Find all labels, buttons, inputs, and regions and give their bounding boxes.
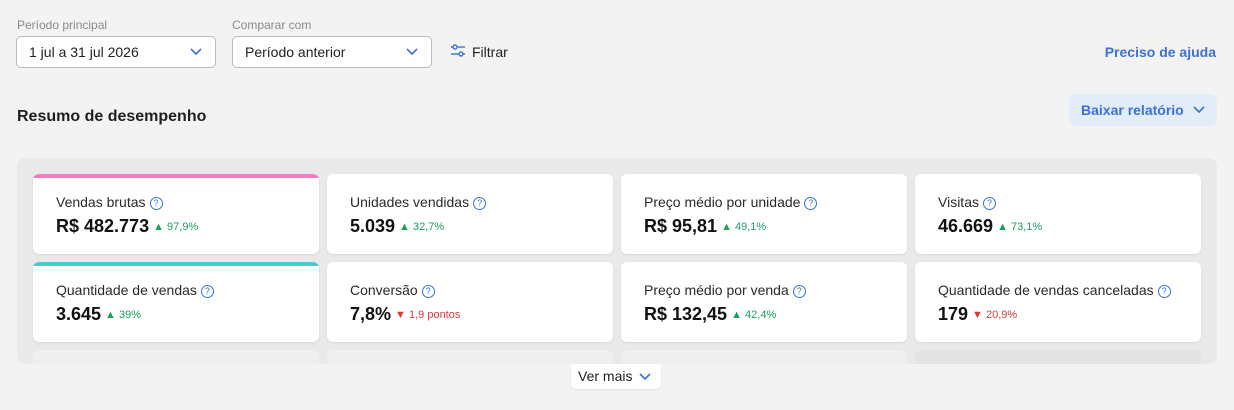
see-more-label: Ver mais <box>578 368 633 384</box>
help-icon[interactable]: ? <box>421 285 435 298</box>
metric-name: Conversão? <box>350 282 435 298</box>
metric-name: Quantidade de vendas canceladas? <box>938 282 1171 298</box>
metric-card-hidden <box>915 350 1201 364</box>
metric-name: Quantidade de vendas? <box>56 282 214 298</box>
trend-down-icon: ▼ <box>395 309 406 321</box>
metric-name: Preço médio por venda? <box>644 282 806 298</box>
metric-card-units-sold[interactable]: Unidades vendidas? 5.039 ▲ 32,7% <box>327 174 613 254</box>
metric-card-visits[interactable]: Visitas? 46.669 ▲ 73,1% <box>915 174 1201 254</box>
sliders-icon <box>451 44 465 57</box>
period-label: Período principal <box>17 18 108 32</box>
metric-value: R$ 482.773 ▲ 97,9% <box>56 216 199 236</box>
metric-delta: ▲ 42,4% <box>731 309 777 321</box>
help-icon[interactable]: ? <box>200 285 214 298</box>
metric-name: Unidades vendidas? <box>350 194 487 210</box>
trend-up-icon: ▲ <box>399 221 410 233</box>
help-icon[interactable]: ? <box>149 197 163 210</box>
period-select[interactable]: 1 jul a 31 jul 2026 <box>16 36 216 68</box>
metric-delta: ▲ 39% <box>105 309 142 321</box>
help-icon[interactable]: ? <box>804 197 818 210</box>
metric-card-gross-sales[interactable]: Vendas brutas? R$ 482.773 ▲ 97,9% <box>33 174 319 254</box>
help-link[interactable]: Preciso de ajuda <box>1105 44 1216 60</box>
trend-up-icon: ▲ <box>721 221 732 233</box>
trend-up-icon: ▲ <box>731 309 742 321</box>
metric-card-cancelled-sales[interactable]: Quantidade de vendas canceladas? 179 ▼ 20… <box>915 262 1201 342</box>
help-icon[interactable]: ? <box>792 285 806 298</box>
metric-card-hidden <box>33 350 319 364</box>
chevron-down-icon <box>639 373 651 381</box>
period-select-value: 1 jul a 31 jul 2026 <box>29 44 139 60</box>
download-report-label: Baixar relatório <box>1081 102 1184 118</box>
metric-card-conversion[interactable]: Conversão? 7,8% ▼ 1,9 pontos <box>327 262 613 342</box>
metric-card-hidden <box>327 350 613 364</box>
metric-accent-bar <box>33 262 319 266</box>
trend-up-icon: ▲ <box>105 309 116 321</box>
compare-label: Comparar com <box>232 18 312 32</box>
see-more-button[interactable]: Ver mais <box>571 364 661 389</box>
compare-select[interactable]: Período anterior <box>232 36 432 68</box>
metric-card-avg-price-unit[interactable]: Preço médio por unidade? R$ 95,81 ▲ 49,1% <box>621 174 907 254</box>
metric-name: Visitas? <box>938 194 996 210</box>
metric-value: 3.645 ▲ 39% <box>56 304 142 324</box>
chevron-down-icon <box>1193 106 1205 114</box>
metric-delta: ▲ 49,1% <box>721 221 767 233</box>
filter-label: Filtrar <box>472 44 508 60</box>
metric-delta: ▲ 73,1% <box>997 221 1043 233</box>
compare-select-value: Período anterior <box>245 44 346 60</box>
help-icon[interactable]: ? <box>1157 285 1171 298</box>
metric-value: 179 ▼ 20,9% <box>938 304 1018 324</box>
trend-down-icon: ▼ <box>972 309 983 321</box>
chevron-down-icon <box>190 48 202 56</box>
metric-value: R$ 132,45 ▲ 42,4% <box>644 304 777 324</box>
metric-card-avg-price-sale[interactable]: Preço médio por venda? R$ 132,45 ▲ 42,4% <box>621 262 907 342</box>
metric-name: Preço médio por unidade? <box>644 194 818 210</box>
section-title: Resumo de desempenho <box>17 108 207 125</box>
metric-value: 7,8% ▼ 1,9 pontos <box>350 304 461 324</box>
trend-up-icon: ▲ <box>997 221 1008 233</box>
metric-delta: ▼ 20,9% <box>972 309 1018 321</box>
metric-delta: ▲ 32,7% <box>399 221 445 233</box>
metrics-panel: Vendas brutas? R$ 482.773 ▲ 97,9% Unidade… <box>17 158 1217 364</box>
metric-delta: ▼ 1,9 pontos <box>395 309 461 321</box>
metric-name: Vendas brutas? <box>56 194 163 210</box>
metric-value: 5.039 ▲ 32,7% <box>350 216 445 236</box>
metric-value: R$ 95,81 ▲ 49,1% <box>644 216 767 236</box>
download-report-button[interactable]: Baixar relatório <box>1069 94 1217 126</box>
help-icon[interactable]: ? <box>982 197 996 210</box>
help-icon[interactable]: ? <box>473 197 487 210</box>
metric-card-sales-count[interactable]: Quantidade de vendas? 3.645 ▲ 39% <box>33 262 319 342</box>
metric-delta: ▲ 97,9% <box>153 221 199 233</box>
chevron-down-icon <box>406 48 418 56</box>
metric-accent-bar <box>33 174 319 178</box>
trend-up-icon: ▲ <box>153 221 164 233</box>
metric-card-hidden <box>621 350 907 364</box>
metric-value: 46.669 ▲ 73,1% <box>938 216 1043 236</box>
